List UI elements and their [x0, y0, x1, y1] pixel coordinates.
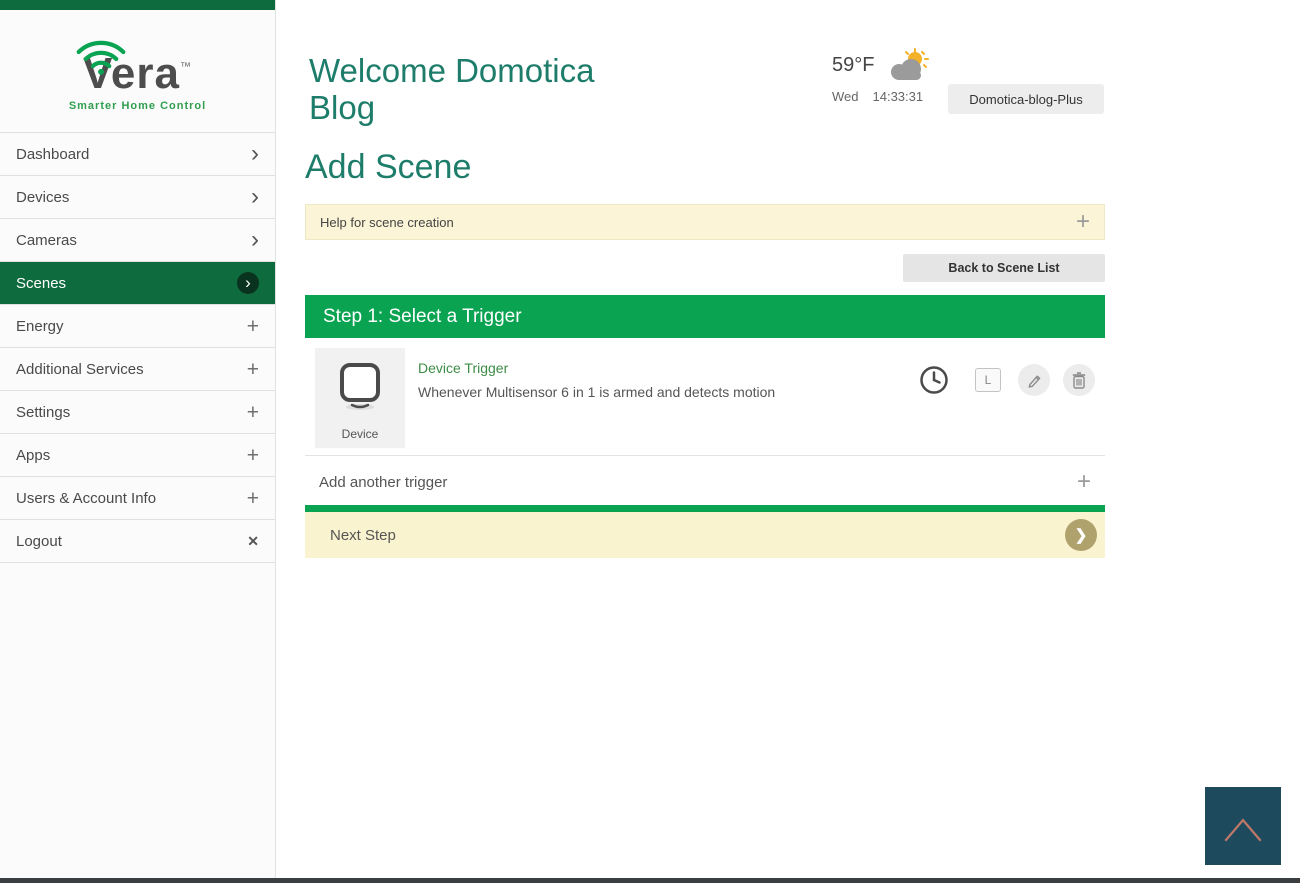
bottom-bar	[0, 878, 1300, 883]
next-step-label: Next Step	[330, 527, 396, 544]
sidebar-item-cameras[interactable]: Cameras ›	[0, 219, 275, 262]
sun-cloud-icon	[884, 48, 930, 82]
screen: Vera™ Smarter Home Control Dashboard › D…	[0, 0, 1300, 883]
page-title: Add Scene	[305, 148, 471, 187]
pencil-icon	[1026, 372, 1042, 388]
sidebar-item-logout[interactable]: Logout ✕	[0, 520, 275, 563]
device-type-tile: Device	[315, 348, 405, 448]
add-trigger-plus-icon[interactable]: +	[1077, 470, 1091, 494]
sidebar-item-devices[interactable]: Devices ›	[0, 176, 275, 219]
clock-time: 14:33:31	[873, 89, 924, 104]
sidebar-item-label: Logout	[16, 533, 62, 550]
sidebar-item-label: Users & Account Info	[16, 490, 156, 507]
next-step-bar[interactable]: Next Step ❯	[305, 512, 1105, 558]
sidebar-item-label: Energy	[16, 318, 64, 335]
help-label: Help for scene creation	[320, 215, 454, 230]
close-icon: ✕	[247, 534, 259, 548]
day-label: Wed	[832, 89, 859, 104]
welcome-heading: Welcome Domotica Blog	[309, 52, 639, 126]
sidebar-item-label: Devices	[16, 189, 69, 206]
sidebar-item-users-account-info[interactable]: Users & Account Info +	[0, 477, 275, 520]
luup-l-button[interactable]: L	[975, 368, 1001, 392]
chevron-right-icon: ›	[251, 142, 259, 166]
edit-trigger-button[interactable]	[1018, 364, 1050, 396]
trash-icon	[1072, 372, 1086, 389]
wifi-arcs-icon	[56, 24, 146, 76]
delete-trigger-button[interactable]	[1063, 364, 1095, 396]
next-step-green-strip	[305, 505, 1105, 512]
sidebar-item-energy[interactable]: Energy +	[0, 305, 275, 348]
add-trigger-label: Add another trigger	[319, 474, 447, 491]
chevron-up-icon	[1215, 808, 1271, 844]
sidebar-item-dashboard[interactable]: Dashboard ›	[0, 133, 275, 176]
trigger-name-link[interactable]: Device Trigger	[418, 360, 508, 376]
chevron-right-icon: ›	[251, 185, 259, 209]
sidebar-item-label: Dashboard	[16, 146, 89, 163]
sidebar-item-label: Cameras	[16, 232, 77, 249]
temperature-value: 59°F	[832, 54, 874, 77]
sidebar-item-additional-services[interactable]: Additional Services +	[0, 348, 275, 391]
add-another-trigger-row[interactable]: Add another trigger +	[305, 460, 1105, 504]
vera-logo: Vera™ Smarter Home Control	[0, 10, 275, 132]
sidebar-item-label: Settings	[16, 404, 70, 421]
controller-selector[interactable]: Domotica-blog-Plus	[948, 84, 1104, 114]
trigger-description: Whenever Multisensor 6 in 1 is armed and…	[418, 384, 775, 400]
logo-tagline: Smarter Home Control	[0, 100, 275, 112]
expand-plus-icon[interactable]: +	[1076, 210, 1090, 234]
device-tile-label: Device	[315, 427, 405, 441]
schedule-clock-icon[interactable]	[918, 364, 950, 396]
plus-icon: +	[247, 359, 259, 380]
sidebar: Vera™ Smarter Home Control Dashboard › D…	[0, 0, 276, 883]
plus-icon: +	[247, 445, 259, 466]
plus-icon: +	[247, 488, 259, 509]
plus-icon: +	[247, 316, 259, 337]
sidebar-menu: Dashboard › Devices › Cameras › Scenes ›…	[0, 132, 275, 563]
logo-tm: ™	[180, 61, 192, 73]
sidebar-item-label: Additional Services	[16, 361, 144, 378]
trigger-card: Device Device Trigger Whenever Multisens…	[305, 338, 1105, 456]
next-step-arrow-button[interactable]: ❯	[1065, 519, 1097, 551]
main-content: Welcome Domotica Blog 59°F Wed	[276, 0, 1300, 883]
chevron-right-icon: ›	[251, 228, 259, 252]
sidebar-item-label: Apps	[16, 447, 50, 464]
back-to-scene-list-button[interactable]: Back to Scene List	[903, 254, 1105, 282]
step1-header: Step 1: Select a Trigger	[305, 295, 1105, 338]
device-icon	[334, 360, 386, 412]
sidebar-item-scenes[interactable]: Scenes ›	[0, 262, 275, 305]
sidebar-item-settings[interactable]: Settings +	[0, 391, 275, 434]
sidebar-item-label: Scenes	[16, 275, 66, 292]
plus-icon: +	[247, 402, 259, 423]
chevron-right-icon: ❯	[1075, 526, 1088, 544]
chevron-circle-icon: ›	[237, 272, 259, 294]
scroll-to-top-button[interactable]	[1205, 787, 1281, 865]
help-collapsible-bar[interactable]: Help for scene creation +	[305, 204, 1105, 240]
sidebar-item-apps[interactable]: Apps +	[0, 434, 275, 477]
sidebar-top-strip	[0, 0, 275, 10]
